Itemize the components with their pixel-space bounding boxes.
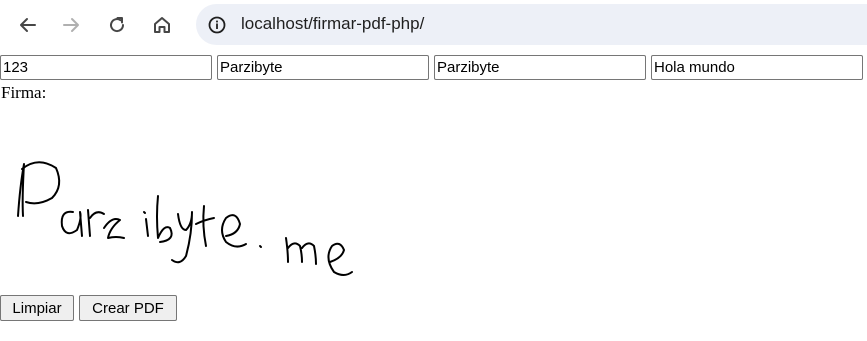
reload-button[interactable] xyxy=(101,9,133,41)
signature-pad[interactable] xyxy=(0,106,420,286)
home-icon xyxy=(154,17,170,33)
home-button[interactable] xyxy=(146,9,178,41)
signature-strokes xyxy=(17,161,353,276)
arrow-left-icon xyxy=(20,18,36,32)
forward-button[interactable] xyxy=(55,9,87,41)
field-1-input[interactable] xyxy=(0,55,212,80)
reload-icon xyxy=(110,17,125,33)
page-content: Firma: xyxy=(0,50,867,341)
signature-label: Firma: xyxy=(1,83,47,102)
back-button[interactable] xyxy=(12,9,44,41)
browser-toolbar: localhost/firmar-pdf-php/ xyxy=(0,0,867,50)
address-bar[interactable]: localhost/firmar-pdf-php/ xyxy=(196,4,867,45)
site-info-button[interactable] xyxy=(204,12,229,37)
arrow-right-icon xyxy=(63,18,79,32)
create-pdf-button[interactable]: Crear PDF xyxy=(79,295,177,321)
field-2-input[interactable] xyxy=(217,55,429,80)
clear-button[interactable]: Limpiar xyxy=(0,295,74,321)
field-4-input[interactable] xyxy=(651,55,863,80)
field-3-input[interactable] xyxy=(434,55,646,80)
url-text[interactable]: localhost/firmar-pdf-php/ xyxy=(241,14,424,34)
info-circle-icon xyxy=(208,16,225,33)
